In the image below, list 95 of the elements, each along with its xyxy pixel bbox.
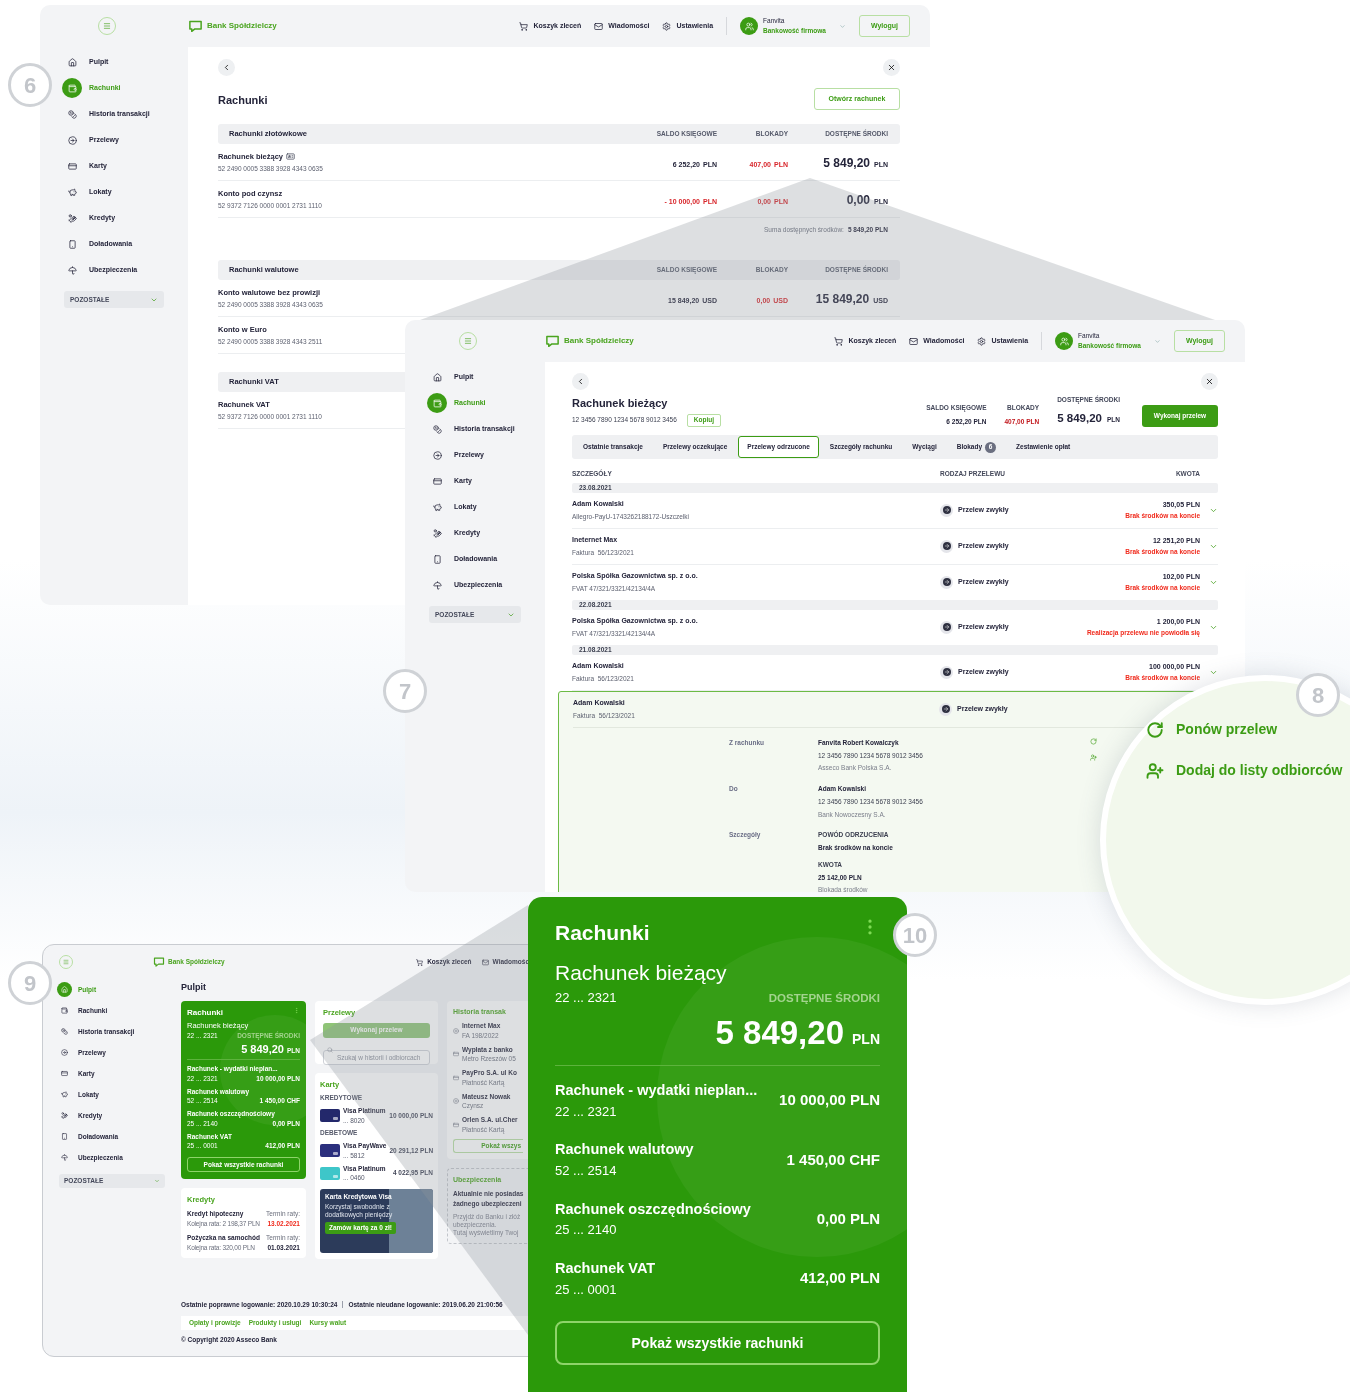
menu-icon [464,337,472,345]
chevron-icon [154,1178,160,1184]
hand-coins-icon [61,1112,68,1119]
umbrella-icon [67,265,77,275]
coins-icon [432,424,442,434]
hand-coins-icon [67,213,77,223]
arrow-circle-icon [940,620,953,634]
account-name: Rachunek VAT [555,1258,656,1278]
retry-icon[interactable] [1090,737,1097,745]
wallet-icon [61,1007,68,1014]
card-title: Rachunki [187,1006,223,1019]
account-title: Rachunek bieżący [572,396,668,412]
phone-icon [61,1133,68,1140]
step-number-badge: 6 [8,63,52,107]
page-title: Pulpit [181,981,207,994]
account-balance: 10 000,00 PLN [779,1090,880,1111]
available-amount: 5 849,20 PLN [715,1012,880,1053]
phone-icon [67,239,77,249]
cart-icon [416,958,424,966]
arrow-circle-icon [940,503,953,517]
account-name: Rachunek - wydatki nieplan... [555,1081,758,1100]
user-plus-icon [1146,761,1164,780]
avatar-icon [740,17,759,35]
account-name: Rachunek oszczędnościowy [555,1199,751,1219]
piggy-bank-icon [432,502,442,512]
house-icon [67,57,77,67]
close-button[interactable] [883,59,900,76]
mail-icon [481,958,489,966]
card-title: Rachunki [555,920,650,946]
chevron-left-icon [222,63,231,72]
house-icon [61,986,68,993]
account-name: Rachunek walutowy [555,1140,694,1160]
avatar-icon [1055,332,1074,350]
wallet-icon [432,398,442,408]
logo-icon [188,19,203,33]
arrow-circle-icon [940,575,953,589]
card-icon [67,161,77,171]
close-button[interactable] [1201,373,1218,390]
card-icon [453,1121,459,1128]
phone-icon [432,554,442,564]
arrow-circle-icon [939,702,952,716]
umbrella-icon [432,580,442,590]
account-balance: 412,00 PLN [799,1268,880,1289]
back-button[interactable] [218,59,235,76]
arrow-circle-icon [67,135,77,145]
account-number: 22 ... 2321 [555,989,617,1007]
chevron-icon [838,22,846,30]
house-icon [432,372,442,382]
menu-icon [63,959,69,965]
chevron-left-icon [576,377,585,386]
account-number: 25 ... 0001 [555,1280,617,1299]
piggy-bank-icon [61,1091,68,1098]
account-number: 25 ... 2140 [555,1221,617,1240]
account-number: 52 ... 2514 [555,1162,617,1180]
wallet-icon [67,83,77,93]
coins-icon [61,1028,68,1035]
search-icon [327,1047,333,1054]
close-icon [887,63,896,72]
mail-icon [594,21,604,31]
umbrella-icon [61,1154,68,1161]
plus-circle-icon [453,1027,459,1034]
card-icon [432,476,442,486]
close-icon [1205,377,1214,386]
retry-icon [1146,720,1164,739]
account-balance: 1 450,00 CHF [786,1149,880,1170]
account-number: 22 ... 2321 [555,1102,617,1121]
brand-name: Bank Spółdzielczy [564,335,634,347]
user-plus-icon[interactable] [1090,753,1097,761]
card-icon [453,1051,459,1058]
arrow-circle-icon [61,1049,68,1056]
settings-icon [662,21,672,31]
piggy-bank-icon [67,187,77,197]
cart-icon [519,21,529,31]
available-label: DOSTĘPNE ŚRODKI [768,991,880,1007]
arrow-circle-icon [940,665,953,679]
card-icon [61,1070,68,1077]
arrow-circle-icon [432,450,442,460]
arrow-circle-icon [940,539,953,553]
card-icon [453,1074,459,1081]
logo-icon [545,334,560,348]
cart-icon [834,336,844,346]
coins-icon [67,109,77,119]
brand-name: Bank Spółdzielczy [207,20,277,32]
plus-circle-icon [453,1098,459,1105]
back-button[interactable] [572,373,589,390]
show-all-button[interactable]: Pokaż wszystkie rachunki [555,1321,880,1365]
menu-icon [103,22,111,30]
page-title: Rachunki [218,92,268,108]
chevron-icon [1153,337,1161,345]
logo-icon [153,956,165,968]
hand-coins-icon [432,528,442,538]
mail-icon [909,336,919,346]
account-name: Rachunek bieżący [555,959,727,986]
account-balance: 0,00 PLN [816,1208,880,1229]
settings-icon [977,336,987,346]
